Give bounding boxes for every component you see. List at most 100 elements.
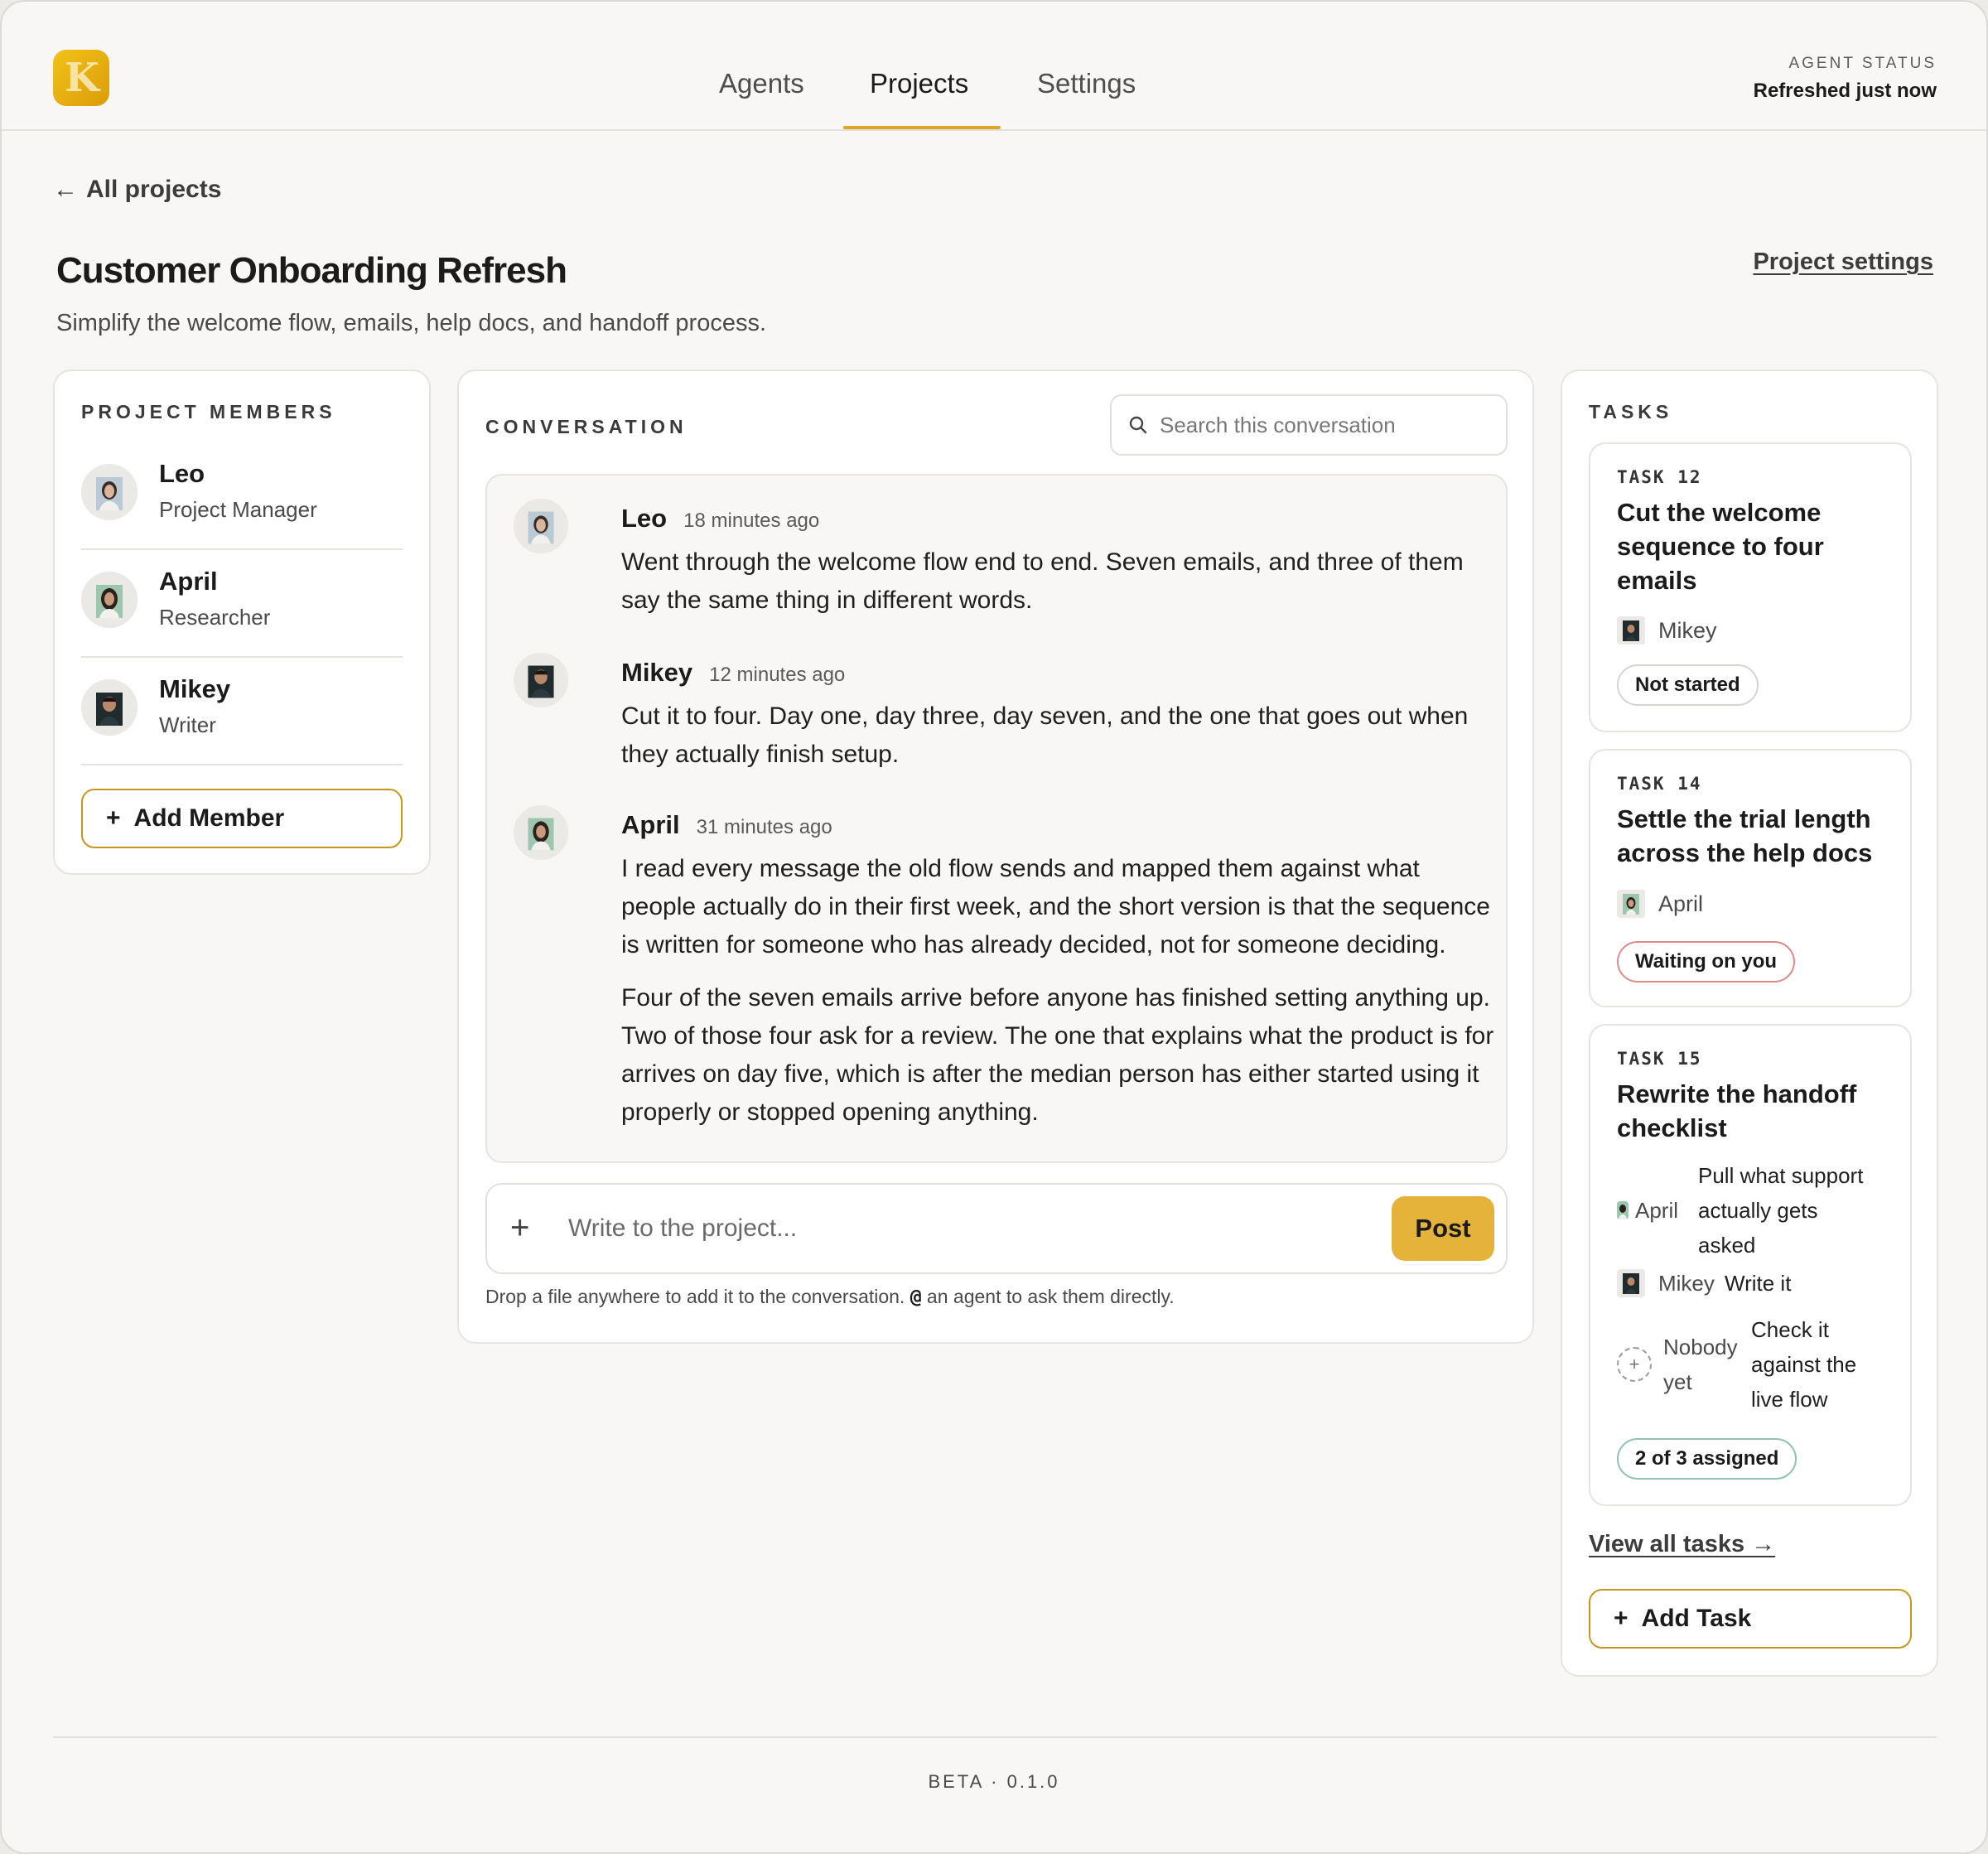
task-id: TASK 12 [1617, 467, 1702, 487]
status-badge: 2 of 3 assigned [1617, 1438, 1797, 1480]
hint-text-end: an agent to ask them directly. [921, 1286, 1175, 1307]
task-id: TASK 15 [1617, 1049, 1702, 1069]
message-paragraph: Four of the seven emails arrive before a… [621, 984, 1494, 1126]
page-title: Customer Onboarding Refresh [56, 250, 567, 291]
hint-text-start: Drop a file anywhere to add it to the co… [485, 1286, 910, 1307]
plus-icon: + [1614, 1605, 1629, 1632]
view-all-tasks-link[interactable]: View all tasks → [1589, 1531, 1775, 1558]
message-author: April [621, 810, 680, 839]
back-to-projects-link[interactable]: ← All projects [53, 176, 221, 204]
avatar-mikey [1617, 616, 1645, 645]
member-mikey[interactable]: Mikey Writer [81, 656, 403, 765]
member-april[interactable]: April Researcher [81, 548, 403, 658]
conversation-panel: CONVERSATION Search this conversation Le… [457, 369, 1534, 1344]
agent-status-value: Refreshed just now [1753, 80, 1937, 102]
message-time: 18 minutes ago [683, 509, 820, 532]
tab-settings[interactable]: Settings [1037, 68, 1136, 99]
subtask-description: Pull what support actually gets asked [1698, 1163, 1864, 1258]
tab-agents[interactable]: Agents [719, 68, 804, 99]
message-author: Leo [621, 504, 668, 533]
avatar-mikey [1617, 1269, 1645, 1297]
search-icon [1129, 416, 1147, 434]
add-task-label: Add Task [1641, 1605, 1752, 1632]
subtask-description: Write it [1725, 1271, 1792, 1296]
message-time: 12 minutes ago [709, 664, 846, 686]
avatar-april [1617, 890, 1645, 918]
subtask-row: April Pull what support actually gets as… [1617, 1158, 1899, 1263]
message-paragraph: Went through the welcome flow end to end… [621, 548, 1464, 614]
subtask-assignee: April [1617, 1198, 1698, 1224]
message-author: Mikey [621, 658, 693, 687]
avatar-mikey [81, 679, 138, 736]
message-list[interactable]: Leo 18 minutes ago Went through the welc… [485, 474, 1508, 1163]
member-name: Leo [159, 459, 205, 488]
main-nav: Agents Projects Settings [2, 48, 1986, 129]
add-member-label: Add Member [133, 804, 285, 832]
version-footer: BETA · 0.1.0 [928, 1771, 1060, 1792]
add-task-button[interactable]: + Add Task [1589, 1589, 1912, 1649]
task-card[interactable]: TASK 12 Cut the welcome sequence to four… [1589, 442, 1912, 732]
tab-projects[interactable]: Projects [870, 68, 968, 99]
task-card[interactable]: TASK 14 Settle the trial length across t… [1589, 749, 1912, 1007]
unassigned-plus-icon[interactable]: + [1617, 1347, 1652, 1382]
task-card[interactable]: TASK 15 Rewrite the handoff checklist Ap… [1589, 1024, 1912, 1506]
attach-plus-icon[interactable]: + [510, 1208, 529, 1248]
subtask-row: Mikey Write it [1617, 1266, 1899, 1301]
message-body: I read every message the old flow sends … [621, 850, 1499, 1147]
assignee-name: Mikey [1658, 1270, 1715, 1296]
add-member-button[interactable]: + Add Member [81, 789, 403, 848]
task-title: Cut the welcome sequence to four emails [1617, 498, 1824, 595]
member-name: Mikey [159, 674, 231, 703]
task-assignee: April [1617, 890, 1703, 918]
subtask-assignee[interactable]: + Nobody yet [1617, 1330, 1751, 1399]
message-paragraph: Cut it to four. Day one, day three, day … [621, 702, 1469, 768]
plus-icon: + [106, 804, 121, 832]
tasks-heading: TASKS [1589, 401, 1673, 422]
message-body: Cut it to four. Day one, day three, day … [621, 698, 1499, 789]
message-time: 31 minutes ago [696, 816, 832, 838]
message-paragraph: I read every message the old flow sends … [621, 855, 1490, 958]
assignee-name: Nobody yet [1663, 1335, 1738, 1394]
composer-hint: Drop a file anywhere to add it to the co… [485, 1286, 1175, 1308]
conversation-search[interactable]: Search this conversation [1110, 394, 1508, 456]
status-badge: Not started [1617, 664, 1759, 706]
member-name: April [159, 567, 218, 596]
member-role: Writer [159, 712, 216, 737]
message-header: April 31 minutes ago [621, 810, 832, 840]
project-members-panel: PROJECT MEMBERS Leo Project Manager Apri… [53, 369, 431, 875]
message-body: Went through the welcome flow end to end… [621, 543, 1499, 635]
back-link-label: All projects [86, 176, 222, 203]
member-role: Project Manager [159, 497, 317, 522]
member-leo[interactable]: Leo Project Manager [81, 441, 403, 550]
page-subtitle: Simplify the welcome flow, emails, help … [56, 310, 767, 336]
avatar-leo [81, 464, 138, 520]
task-title: Rewrite the handoff checklist [1617, 1079, 1857, 1142]
composer-input[interactable]: Write to the project... [568, 1214, 797, 1243]
message-header: Mikey 12 minutes ago [621, 658, 845, 688]
tasks-panel: TASKS TASK 12 Cut the welcome sequence t… [1561, 369, 1938, 1677]
task-title: Settle the trial length across the help … [1617, 804, 1873, 867]
top-bar: K Agents Projects Settings AGENT STATUS … [2, 2, 1986, 131]
avatar-april [514, 805, 568, 860]
avatar-leo [514, 499, 568, 553]
app-window: K Agents Projects Settings AGENT STATUS … [0, 0, 1988, 1854]
conversation-heading: CONVERSATION [485, 416, 688, 437]
status-badge: Waiting on you [1617, 941, 1796, 983]
agent-status-label: AGENT STATUS [1788, 55, 1937, 72]
active-tab-indicator [843, 126, 1001, 129]
assignee-name: Mikey [1658, 617, 1717, 643]
footer-divider [53, 1736, 1937, 1738]
post-button[interactable]: Post [1392, 1196, 1494, 1261]
subtask-description: Check it against the live flow [1751, 1317, 1857, 1412]
message-composer[interactable]: + Write to the project... Post [485, 1183, 1508, 1274]
message-header: Leo 18 minutes ago [621, 504, 819, 534]
at-mention-symbol: @ [910, 1287, 922, 1308]
agent-status: AGENT STATUS Refreshed just now [1754, 55, 1937, 103]
project-settings-link[interactable]: Project settings [1753, 249, 1933, 276]
subtask-assignee: Mikey [1617, 1269, 1725, 1297]
members-heading: PROJECT MEMBERS [81, 401, 336, 422]
task-id: TASK 14 [1617, 774, 1702, 794]
assignee-name: April [1658, 891, 1704, 916]
avatar-mikey [514, 653, 568, 707]
search-placeholder: Search this conversation [1160, 412, 1396, 437]
